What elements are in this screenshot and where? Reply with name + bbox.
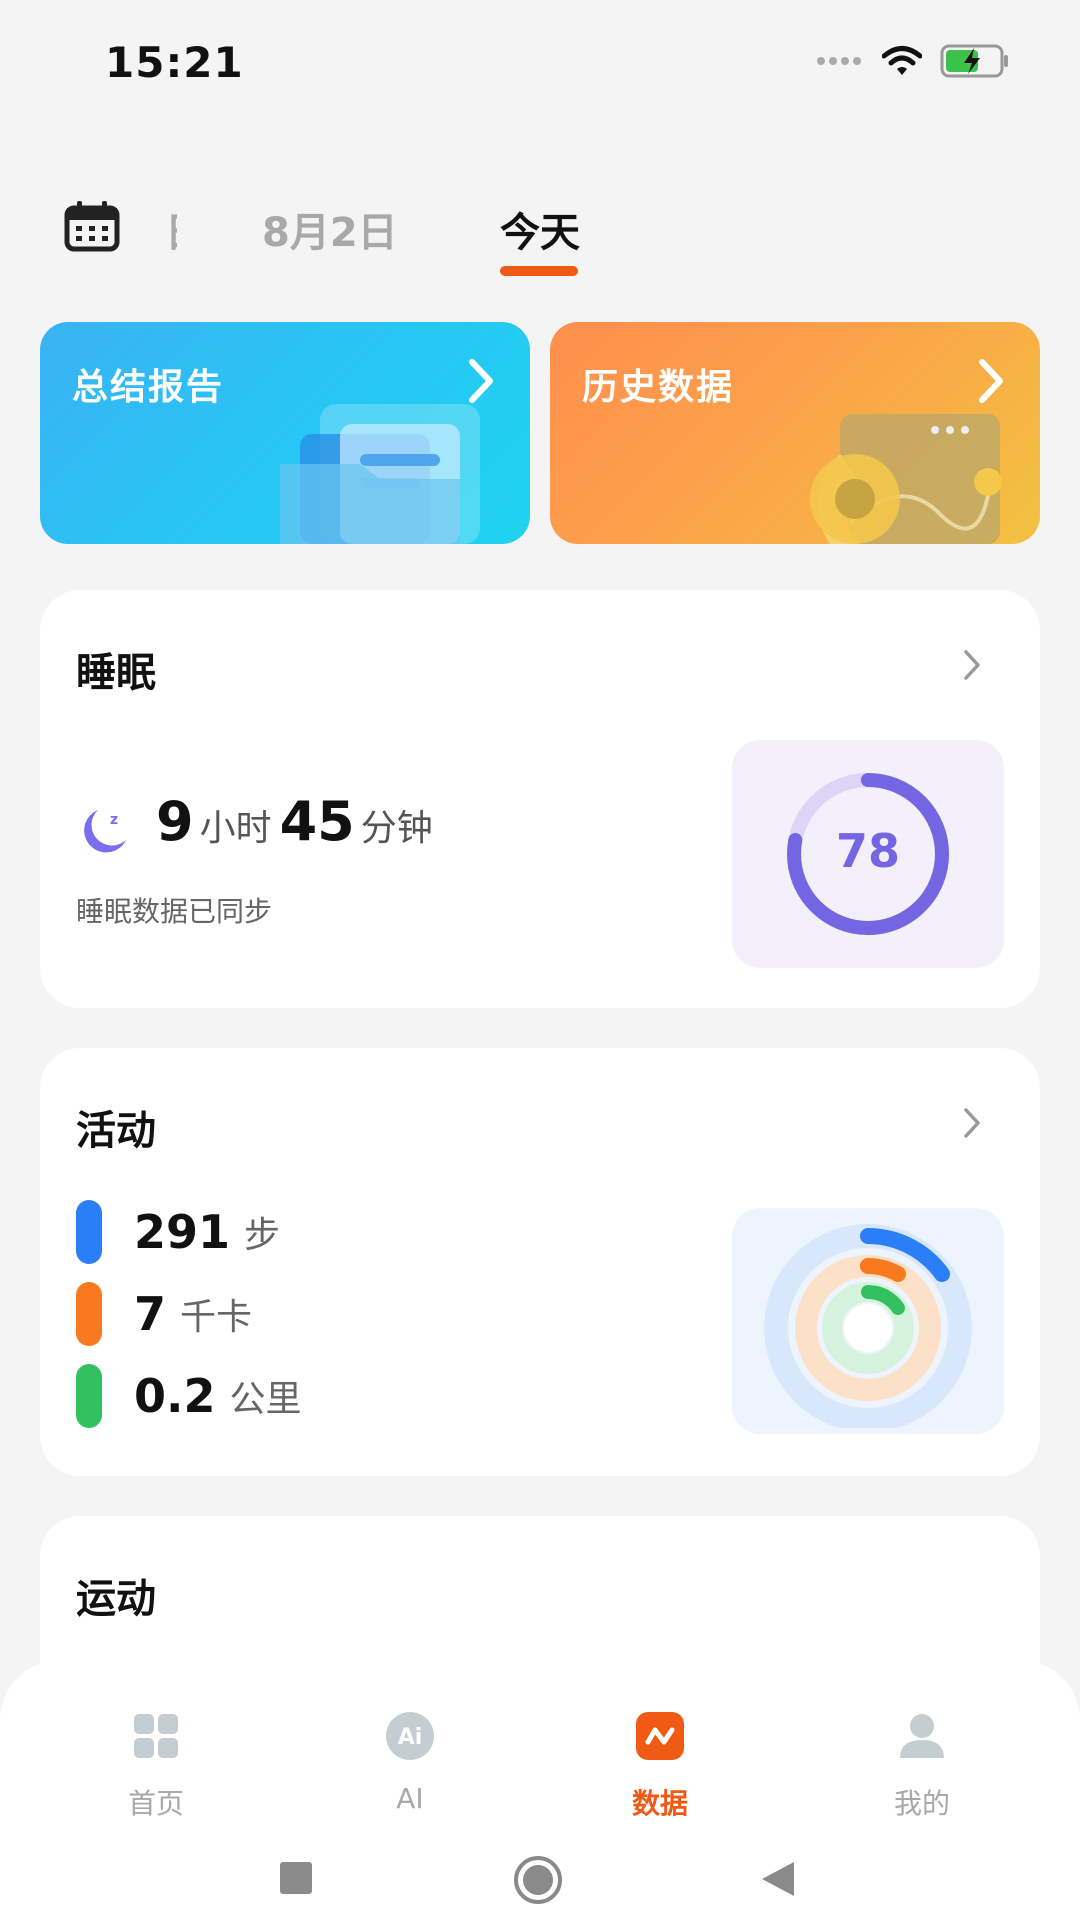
sleep-card-title: 睡眠 <box>76 650 156 696</box>
exercise-card-title: 运动 <box>76 1576 156 1622</box>
distance-row: 0.2 公里 <box>76 1364 302 1428</box>
calendar-icon[interactable] <box>64 200 120 252</box>
signal-dots-icon <box>817 57 861 65</box>
nav-profile[interactable]: 我的 <box>832 1710 1012 1822</box>
calories-unit: 千卡 <box>180 1297 253 1338</box>
chevron-right-icon[interactable] <box>962 1106 982 1140</box>
steps-unit: 步 <box>244 1215 281 1256</box>
sleep-hours-unit: 小时 <box>199 808 272 849</box>
folder-document-illustration <box>280 404 480 544</box>
moon-icon: z <box>84 810 126 853</box>
home-grid-icon <box>134 1714 178 1758</box>
chevron-right-icon[interactable] <box>962 648 982 682</box>
activity-card-title: 活动 <box>76 1108 156 1154</box>
nav-profile-label: 我的 <box>893 1787 950 1820</box>
activity-rings-box <box>732 1208 1004 1434</box>
sleep-card[interactable]: 睡眠 z 9 小时 45 分钟 睡眠数据已同步 78 <box>40 590 1040 1008</box>
chevron-right-icon <box>469 359 493 403</box>
sleep-hours: 9 <box>156 790 194 853</box>
steps-value: 291 <box>134 1205 231 1259</box>
status-time: 15:21 <box>105 38 244 87</box>
calories-row: 7 千卡 <box>76 1282 252 1346</box>
nav-home[interactable]: 首页 <box>66 1710 246 1822</box>
history-data-banner[interactable]: 历史数据 <box>550 322 1040 544</box>
activity-card[interactable]: 活动 291 步 7 千卡 0.2 公里 <box>40 1048 1040 1476</box>
date-tab-today[interactable]: 今天 <box>500 200 580 258</box>
date-tab-partial[interactable]: 日 <box>165 200 177 258</box>
calories-color-bar <box>76 1282 102 1346</box>
nav-home-label: 首页 <box>127 1787 184 1820</box>
data-chart-icon <box>636 1712 684 1760</box>
svg-text:Ai: Ai <box>398 1725 423 1750</box>
battery-charging-icon <box>940 44 1008 78</box>
home-button[interactable] <box>512 1854 564 1906</box>
sleep-score: 78 <box>835 824 900 878</box>
profile-icon <box>900 1714 944 1758</box>
distance-color-bar <box>76 1364 102 1428</box>
chevron-right-icon <box>979 359 1003 403</box>
bottom-navigation: 首页 Ai AI 数据 我的 <box>0 1660 1080 1920</box>
ai-icon: Ai <box>386 1712 434 1760</box>
svg-text:z: z <box>110 812 118 828</box>
history-data-title: 历史数据 <box>582 367 735 408</box>
sleep-sync-status: 睡眠数据已同步 <box>76 895 273 928</box>
wifi-icon <box>882 46 922 75</box>
distance-value: 0.2 <box>134 1369 216 1423</box>
back-button[interactable] <box>760 1860 796 1898</box>
chart-illustration <box>810 414 1002 544</box>
activity-rings <box>764 1224 972 1428</box>
calories-value: 7 <box>134 1287 167 1341</box>
sleep-minutes-unit: 分钟 <box>360 808 433 849</box>
summary-report-banner[interactable]: 总结报告 <box>40 322 530 544</box>
nav-ai[interactable]: Ai AI <box>320 1710 500 1815</box>
steps-color-bar <box>76 1200 102 1264</box>
active-tab-indicator <box>500 266 578 276</box>
summary-report-title: 总结报告 <box>72 367 225 408</box>
status-icons <box>816 44 1010 78</box>
date-tab-aug-2[interactable]: 8月2日 <box>262 200 398 258</box>
sleep-minutes: 45 <box>279 790 355 853</box>
sleep-duration: 9 小时 45 分钟 <box>156 790 441 853</box>
steps-row: 291 步 <box>76 1200 280 1264</box>
nav-data[interactable]: 数据 <box>570 1710 750 1822</box>
nav-ai-label: AI <box>396 1782 424 1815</box>
nav-data-label: 数据 <box>631 1787 688 1820</box>
recent-apps-button[interactable] <box>278 1860 314 1896</box>
distance-unit: 公里 <box>229 1379 302 1420</box>
sleep-score-box: 78 <box>732 740 1004 968</box>
